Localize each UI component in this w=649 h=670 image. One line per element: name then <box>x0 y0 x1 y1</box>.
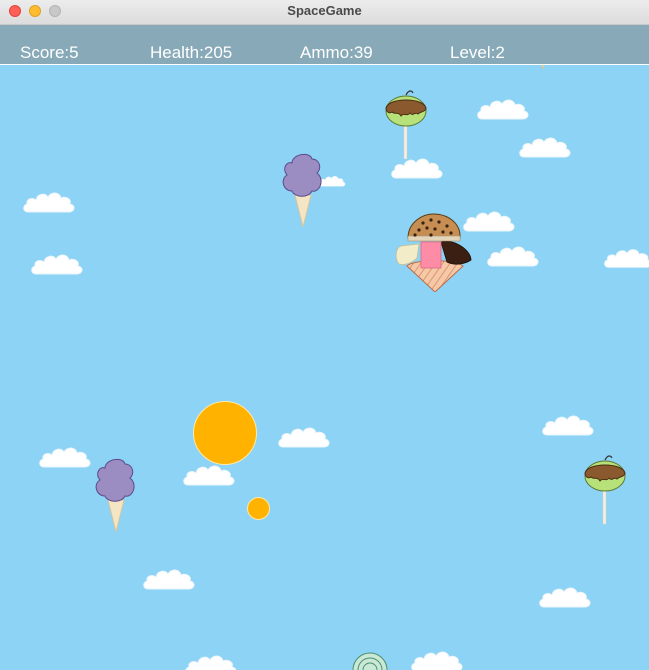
cloud-icon <box>408 647 466 670</box>
level-display: Level:2 <box>450 43 505 62</box>
orange-ball-icon <box>247 497 270 520</box>
health-display: Health:205 <box>150 43 233 62</box>
cloud-icon <box>476 95 530 123</box>
cloud-icon <box>603 244 649 272</box>
cloud-icon <box>182 461 236 489</box>
candy-apple-icon[interactable] <box>584 453 626 525</box>
cloud-icon <box>538 583 592 611</box>
cloud-icon <box>22 188 76 216</box>
cloud-icon <box>541 411 595 439</box>
cloud-icon <box>518 133 572 161</box>
game-canvas[interactable]: Score:5 Health:205 Ammo:39 Level:2 <box>0 25 649 670</box>
hud-bar: Score:5 Health:205 Ammo:39 Level:2 <box>0 25 649 65</box>
cotton-candy-icon[interactable] <box>280 151 326 227</box>
cotton-candy-icon[interactable] <box>93 456 139 532</box>
cloud-icon <box>30 250 84 278</box>
cloud-icon <box>142 565 196 593</box>
score-display: Score:5 <box>20 43 79 62</box>
cloud-icon <box>277 423 331 451</box>
spiral-lollipop-icon <box>352 652 388 670</box>
cloud-icon <box>170 651 252 670</box>
ice-cream-cone-with-cookie-icon[interactable] <box>393 208 475 292</box>
cloud-icon <box>38 443 92 471</box>
ammo-display: Ammo:39 <box>300 43 373 62</box>
window-titlebar: SpaceGame <box>0 0 649 25</box>
cloud-icon <box>486 242 540 270</box>
candy-apple-icon[interactable] <box>385 89 427 159</box>
window-title: SpaceGame <box>287 3 362 18</box>
orange-ball-icon <box>193 401 257 465</box>
